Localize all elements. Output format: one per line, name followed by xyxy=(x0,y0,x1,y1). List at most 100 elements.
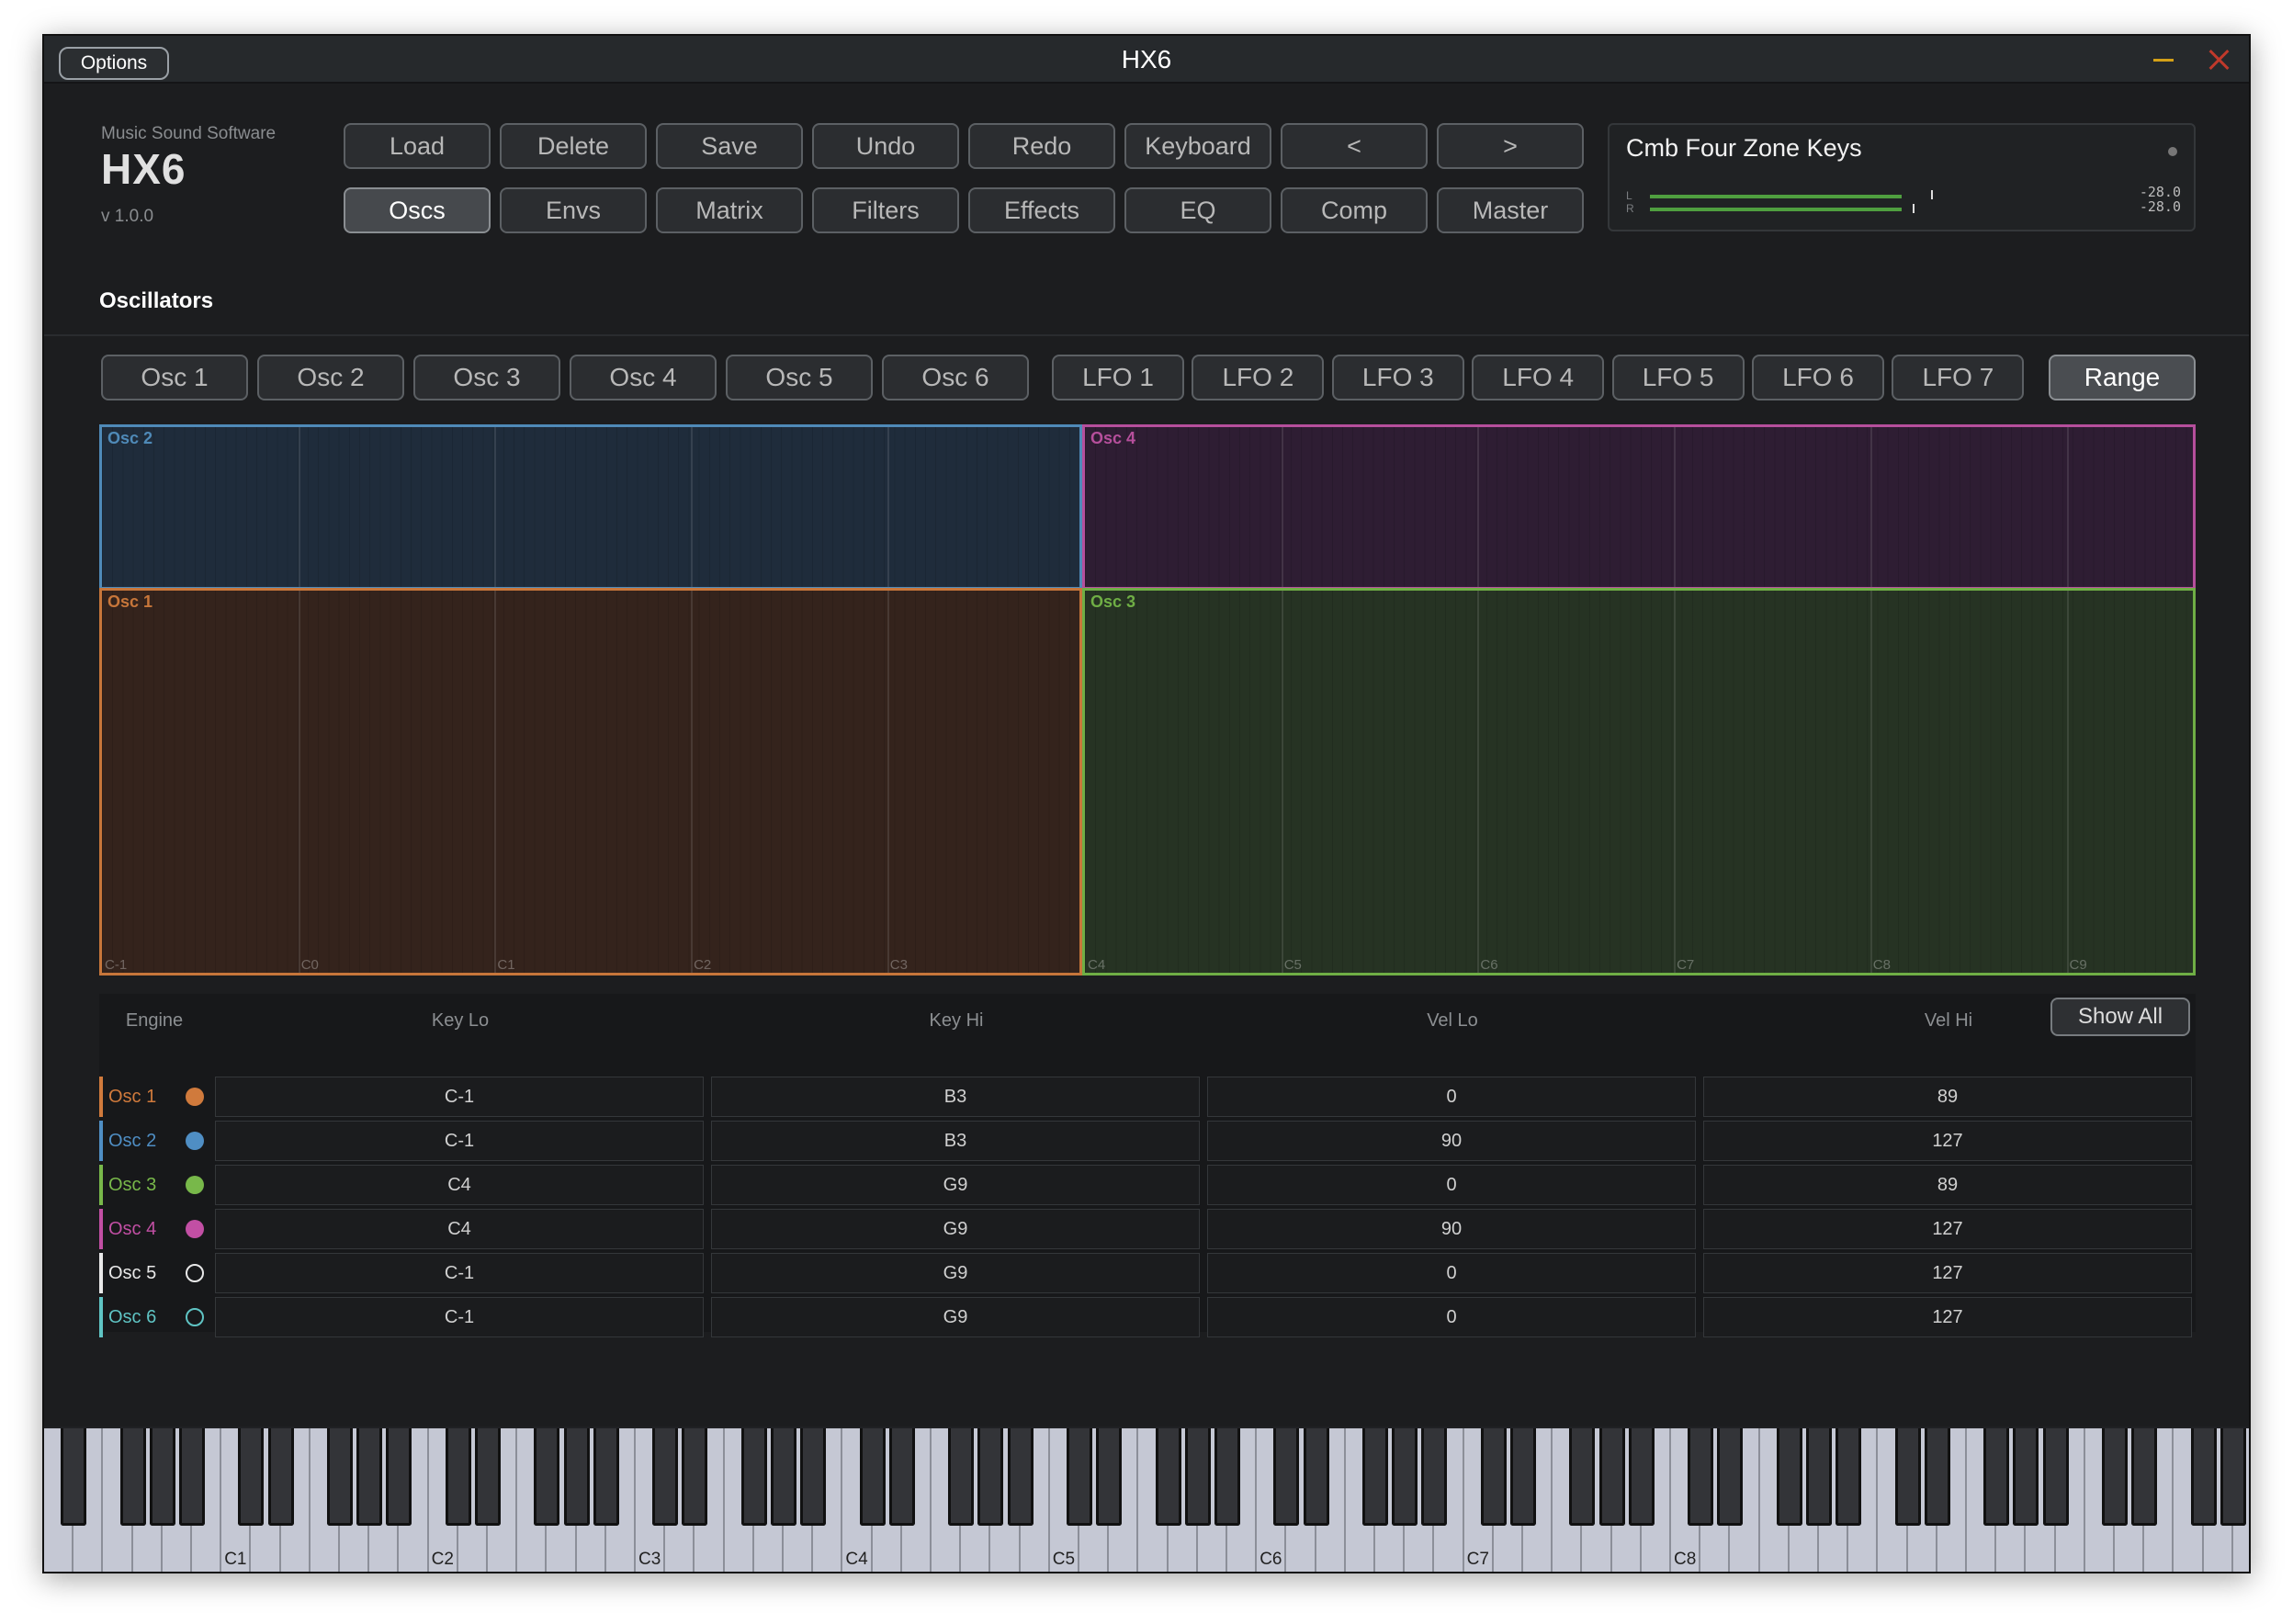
tab-lfo-4[interactable]: LFO 4 xyxy=(1472,355,1605,400)
black-key[interactable] xyxy=(386,1428,412,1526)
black-key[interactable] xyxy=(1155,1428,1181,1526)
black-key[interactable] xyxy=(1569,1428,1596,1526)
key-hi-field[interactable]: G9 xyxy=(711,1209,1200,1249)
minimize-icon[interactable] xyxy=(2153,59,2174,62)
black-key[interactable] xyxy=(1184,1428,1211,1526)
black-key[interactable] xyxy=(2131,1428,2158,1526)
close-icon[interactable] xyxy=(2207,47,2232,73)
engine-row-osc-4[interactable]: Osc 4 xyxy=(99,1209,209,1249)
black-key[interactable] xyxy=(149,1428,175,1526)
tab-lfo-5[interactable]: LFO 5 xyxy=(1611,355,1745,400)
key-hi-field[interactable]: B3 xyxy=(711,1121,1200,1161)
vel-hi-field[interactable]: 127 xyxy=(1703,1209,2192,1249)
undo-button[interactable]: Undo xyxy=(812,123,959,169)
zone-osc1[interactable]: Osc 1 C-1 C0 C1 C2 C3 xyxy=(99,588,1082,976)
black-key[interactable] xyxy=(1096,1428,1123,1526)
key-lo-field[interactable]: C4 xyxy=(215,1209,704,1249)
key-lo-field[interactable]: C-1 xyxy=(215,1077,704,1117)
tab-envs[interactable]: Envs xyxy=(500,187,647,233)
black-key[interactable] xyxy=(1392,1428,1418,1526)
tab-osc-6[interactable]: Osc 6 xyxy=(882,355,1029,400)
black-key[interactable] xyxy=(1421,1428,1448,1526)
black-key[interactable] xyxy=(1776,1428,1802,1526)
black-key[interactable] xyxy=(1214,1428,1240,1526)
tab-lfo-3[interactable]: LFO 3 xyxy=(1331,355,1464,400)
black-key[interactable] xyxy=(1273,1428,1300,1526)
black-key[interactable] xyxy=(61,1428,87,1526)
vel-lo-field[interactable]: 0 xyxy=(1207,1253,1696,1293)
black-key[interactable] xyxy=(267,1428,294,1526)
tab-lfo-6[interactable]: LFO 6 xyxy=(1752,355,1884,400)
black-key[interactable] xyxy=(888,1428,915,1526)
key-hi-field[interactable]: B3 xyxy=(711,1077,1200,1117)
vel-lo-field[interactable]: 90 xyxy=(1207,1209,1696,1249)
tab-matrix[interactable]: Matrix xyxy=(656,187,803,233)
tab-osc-5[interactable]: Osc 5 xyxy=(726,355,873,400)
key-hi-field[interactable]: G9 xyxy=(711,1253,1200,1293)
black-key[interactable] xyxy=(327,1428,353,1526)
black-key[interactable] xyxy=(740,1428,767,1526)
black-key[interactable] xyxy=(2190,1428,2217,1526)
key-hi-field[interactable]: G9 xyxy=(711,1297,1200,1337)
black-key[interactable] xyxy=(1067,1428,1092,1526)
black-key[interactable] xyxy=(238,1428,265,1526)
tab-master[interactable]: Master xyxy=(1437,187,1584,233)
tab-filters[interactable]: Filters xyxy=(812,187,959,233)
keyboard-button[interactable]: Keyboard xyxy=(1124,123,1271,169)
black-key[interactable] xyxy=(1924,1428,1950,1526)
tab-lfo-7[interactable]: LFO 7 xyxy=(1892,355,2025,400)
zone-osc4[interactable]: Osc 4 xyxy=(1082,424,2196,590)
engine-color-dot[interactable] xyxy=(186,1088,204,1106)
engine-row-osc-5[interactable]: Osc 5 xyxy=(99,1253,209,1293)
engine-row-osc-2[interactable]: Osc 2 xyxy=(99,1121,209,1161)
engine-row-osc-3[interactable]: Osc 3 xyxy=(99,1165,209,1205)
black-key[interactable] xyxy=(2042,1428,2069,1526)
engine-color-dot[interactable] xyxy=(186,1264,204,1282)
piano-keyboard[interactable]: C1 C2 C3 C4 C5 C6 C7 C8 xyxy=(44,1427,2251,1572)
black-key[interactable] xyxy=(593,1428,619,1526)
black-key[interactable] xyxy=(534,1428,560,1526)
vel-lo-field[interactable]: 90 xyxy=(1207,1121,1696,1161)
black-key[interactable] xyxy=(977,1428,1004,1526)
vel-lo-field[interactable]: 0 xyxy=(1207,1297,1696,1337)
vel-hi-field[interactable]: 127 xyxy=(1703,1121,2192,1161)
key-lo-field[interactable]: C4 xyxy=(215,1165,704,1205)
vel-hi-field[interactable]: 127 xyxy=(1703,1253,2192,1293)
key-lo-field[interactable]: C-1 xyxy=(215,1253,704,1293)
range-button[interactable]: Range xyxy=(2049,355,2196,400)
tab-effects[interactable]: Effects xyxy=(968,187,1115,233)
engine-color-dot[interactable] xyxy=(186,1308,204,1326)
zone-osc2[interactable]: Osc 2 xyxy=(99,424,1082,590)
tab-osc-1[interactable]: Osc 1 xyxy=(101,355,248,400)
black-key[interactable] xyxy=(1717,1428,1744,1526)
redo-button[interactable]: Redo xyxy=(968,123,1115,169)
black-key[interactable] xyxy=(1806,1428,1832,1526)
delete-button[interactable]: Delete xyxy=(500,123,647,169)
black-key[interactable] xyxy=(1303,1428,1329,1526)
tab-oscs[interactable]: Oscs xyxy=(344,187,491,233)
black-key[interactable] xyxy=(682,1428,708,1526)
black-key[interactable] xyxy=(2250,1428,2251,1526)
next-preset-button[interactable]: > xyxy=(1437,123,1584,169)
vel-lo-field[interactable]: 0 xyxy=(1207,1077,1696,1117)
black-key[interactable] xyxy=(1688,1428,1714,1526)
black-key[interactable] xyxy=(2220,1428,2246,1526)
black-key[interactable] xyxy=(1007,1428,1034,1526)
black-key[interactable] xyxy=(1510,1428,1536,1526)
key-lo-field[interactable]: C-1 xyxy=(215,1297,704,1337)
tab-osc-4[interactable]: Osc 4 xyxy=(570,355,717,400)
black-key[interactable] xyxy=(1894,1428,1921,1526)
black-key[interactable] xyxy=(1480,1428,1507,1526)
black-key[interactable] xyxy=(1362,1428,1388,1526)
vel-hi-field[interactable]: 127 xyxy=(1703,1297,2192,1337)
black-key[interactable] xyxy=(179,1428,205,1526)
black-key[interactable] xyxy=(2013,1428,2039,1526)
tab-lfo-2[interactable]: LFO 2 xyxy=(1192,355,1325,400)
load-button[interactable]: Load xyxy=(344,123,491,169)
black-key[interactable] xyxy=(119,1428,146,1526)
tab-osc-2[interactable]: Osc 2 xyxy=(257,355,404,400)
engine-row-osc-1[interactable]: Osc 1 xyxy=(99,1077,209,1117)
tab-eq[interactable]: EQ xyxy=(1124,187,1271,233)
black-key[interactable] xyxy=(445,1428,471,1526)
black-key[interactable] xyxy=(1836,1428,1862,1526)
